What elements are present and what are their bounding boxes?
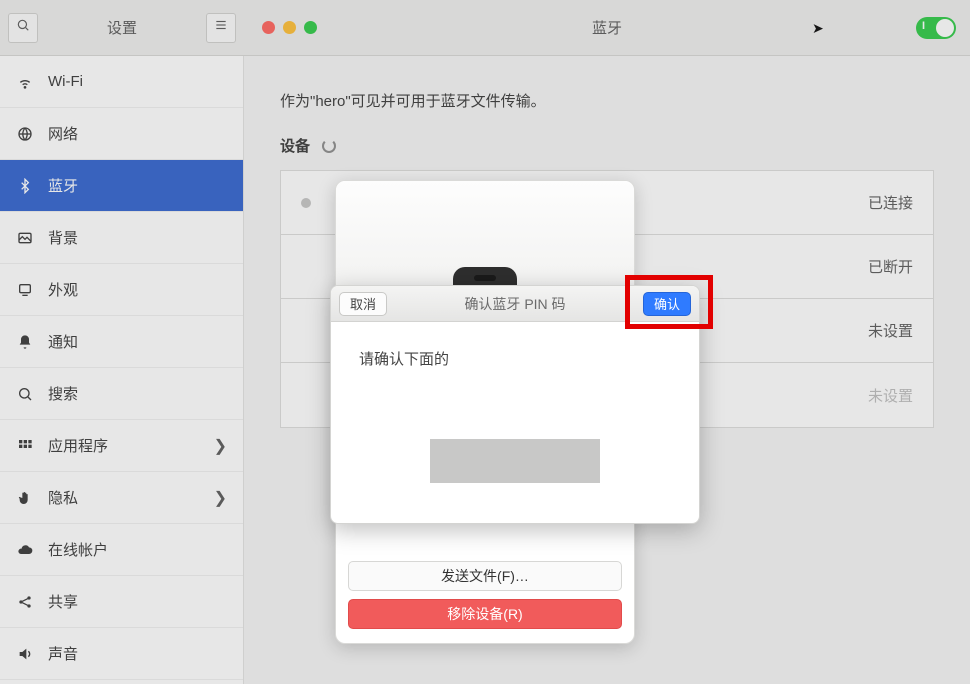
sidebar-item-label: 蓝牙 <box>48 175 78 196</box>
dialog-body: 请确认下面的 <box>331 322 699 523</box>
sidebar-item-applications[interactable]: 应用程序 ❯ <box>0 420 243 472</box>
loading-spinner-icon <box>322 139 336 153</box>
image-icon <box>16 230 34 246</box>
sidebar-item-label: 通知 <box>48 331 78 352</box>
apps-icon <box>16 438 34 454</box>
sidebar-item-sharing[interactable]: 共享 <box>0 576 243 628</box>
sidebar-item-label: 共享 <box>48 591 78 612</box>
sidebar-item-label: 网络 <box>48 123 78 144</box>
header-right: 蓝牙 I ➤ <box>244 0 970 55</box>
page-title: 蓝牙 <box>592 17 622 38</box>
sidebar-item-search[interactable]: 搜索 <box>0 368 243 420</box>
device-status: 未设置 <box>868 320 913 341</box>
toggle-on-icon: I <box>922 20 925 32</box>
sidebar-item-label: 背景 <box>48 227 78 248</box>
sidebar-item-wifi[interactable]: Wi-Fi <box>0 56 243 108</box>
wifi-icon <box>16 74 34 90</box>
sidebar-item-online-accounts[interactable]: 在线帐户 <box>0 524 243 576</box>
dialog-titlebar: 取消 确认蓝牙 PIN 码 确认 <box>331 286 699 322</box>
sidebar-item-background[interactable]: 背景 <box>0 212 243 264</box>
device-status: 未设置 <box>868 385 913 406</box>
hamburger-icon <box>214 18 228 37</box>
visibility-text: 作为"hero"可见并可用于蓝牙文件传输。 <box>280 90 934 111</box>
device-status: 已连接 <box>868 192 913 213</box>
sidebar-item-network[interactable]: 网络 <box>0 108 243 160</box>
device-status-dot-icon <box>301 198 311 208</box>
confirm-button[interactable]: 确认 <box>643 292 691 316</box>
popover-body: 发送文件(F)… 移除设备(R) <box>336 551 634 643</box>
dialog-prompt: 请确认下面的 <box>359 348 671 369</box>
sidebar-item-bluetooth[interactable]: 蓝牙 <box>0 160 243 212</box>
hand-icon <box>16 490 34 506</box>
chevron-right-icon: ❯ <box>214 436 227 456</box>
settings-title: 设置 <box>46 17 198 38</box>
remove-device-button[interactable]: 移除设备(R) <box>348 599 622 629</box>
sidebar-item-label: 搜索 <box>48 383 78 404</box>
send-file-button[interactable]: 发送文件(F)… <box>348 561 622 591</box>
close-window-icon[interactable] <box>262 21 275 34</box>
devices-heading: 设备 <box>280 135 934 156</box>
bell-icon <box>16 334 34 350</box>
maximize-window-icon[interactable] <box>304 21 317 34</box>
header-left: 设置 <box>0 0 244 55</box>
sidebar-item-notifications[interactable]: 通知 <box>0 316 243 368</box>
menu-button[interactable] <box>206 13 236 43</box>
pin-code-box <box>430 439 600 483</box>
sidebar-item-label: 外观 <box>48 279 78 300</box>
cloud-icon <box>16 542 34 558</box>
speaker-icon <box>16 646 34 662</box>
appearance-icon <box>16 282 34 298</box>
share-icon <box>16 594 34 610</box>
chevron-right-icon: ❯ <box>214 488 227 508</box>
sidebar-item-label: Wi-Fi <box>48 73 83 90</box>
cursor-icon: ➤ <box>812 20 824 37</box>
search-button[interactable] <box>8 13 38 43</box>
sidebar-item-label: 声音 <box>48 643 78 664</box>
sidebar: Wi-Fi 网络 蓝牙 背景 外观 <box>0 56 244 684</box>
sidebar-item-privacy[interactable]: 隐私 ❯ <box>0 472 243 524</box>
sidebar-item-label: 在线帐户 <box>48 539 108 560</box>
popover-header <box>336 181 634 291</box>
cancel-button[interactable]: 取消 <box>339 292 387 316</box>
dialog-title: 确认蓝牙 PIN 码 <box>464 294 565 314</box>
search-icon <box>16 18 30 37</box>
pin-confirm-dialog: 取消 确认蓝牙 PIN 码 确认 请确认下面的 <box>330 285 700 524</box>
sidebar-item-sound[interactable]: 声音 <box>0 628 243 680</box>
search-icon <box>16 386 34 402</box>
sidebar-item-label: 应用程序 <box>48 435 108 456</box>
sidebar-item-appearance[interactable]: 外观 <box>0 264 243 316</box>
devices-heading-label: 设备 <box>280 135 310 156</box>
app-header: 设置 蓝牙 I ➤ <box>0 0 970 56</box>
bluetooth-toggle[interactable]: I <box>916 17 956 39</box>
device-status: 已断开 <box>868 256 913 277</box>
globe-icon <box>16 126 34 142</box>
bluetooth-icon <box>16 178 34 194</box>
window-controls[interactable] <box>262 21 317 34</box>
minimize-window-icon[interactable] <box>283 21 296 34</box>
sidebar-item-label: 隐私 <box>48 487 78 508</box>
